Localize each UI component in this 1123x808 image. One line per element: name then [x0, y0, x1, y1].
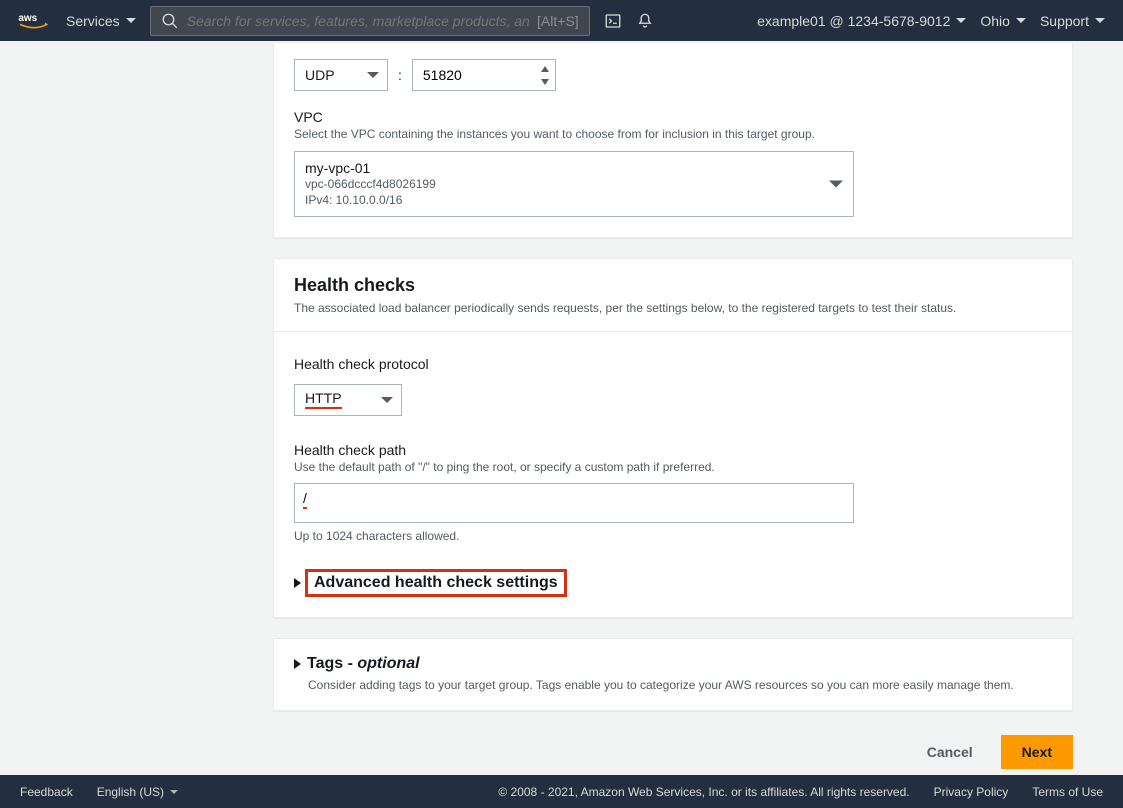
main-scroll[interactable]: UDP : 51820 VPC Select the VPC containin… [0, 41, 1123, 775]
advanced-health-toggle[interactable]: Advanced health check settings [314, 574, 558, 591]
port-step-up[interactable] [537, 62, 553, 75]
port-step-down[interactable] [537, 75, 553, 88]
account-menu[interactable]: example01 @ 1234-5678-9012 [757, 13, 966, 29]
privacy-link[interactable]: Privacy Policy [934, 785, 1009, 799]
region-label: Ohio [980, 13, 1010, 29]
top-nav: aws Services [Alt+S] example01 @ 1234-56… [0, 0, 1123, 41]
health-protocol-value: HTTP [305, 390, 342, 409]
tags-title-prefix: Tags - [307, 655, 357, 672]
form-actions: Cancel Next [273, 735, 1073, 769]
cancel-button[interactable]: Cancel [911, 735, 989, 769]
region-menu[interactable]: Ohio [980, 13, 1026, 29]
vpc-label: VPC [294, 109, 1052, 125]
support-label: Support [1040, 13, 1089, 29]
notifications-icon[interactable] [636, 12, 654, 30]
health-protocol-label: Health check protocol [294, 356, 1052, 372]
health-path-note: Up to 1024 characters allowed. [294, 529, 1052, 543]
advanced-health-label: Advanced health check settings [314, 574, 558, 591]
copyright-text: © 2008 - 2021, Amazon Web Services, Inc.… [498, 785, 909, 799]
feedback-link[interactable]: Feedback [20, 785, 73, 799]
svg-text:aws: aws [18, 13, 37, 24]
terms-link[interactable]: Terms of Use [1032, 785, 1103, 799]
vpc-help: Select the VPC containing the instances … [294, 127, 1052, 143]
next-button[interactable]: Next [1001, 735, 1073, 769]
basic-config-panel: UDP : 51820 VPC Select the VPC containin… [273, 42, 1073, 238]
protocol-port-separator: : [398, 67, 402, 83]
tags-panel: Tags - optional Consider adding tags to … [273, 638, 1073, 711]
advanced-health-highlight: Advanced health check settings [305, 569, 567, 597]
caret-right-icon[interactable] [294, 578, 301, 588]
port-value: 51820 [423, 67, 462, 83]
vpc-select[interactable]: my-vpc-01 vpc-066dcccf4d8026199 IPv4: 10… [294, 151, 854, 217]
search-hint: [Alt+S] [537, 13, 579, 29]
aws-logo-icon: aws [18, 11, 52, 31]
support-menu[interactable]: Support [1040, 13, 1105, 29]
vpc-id: vpc-066dcccf4d8026199 [305, 176, 819, 192]
health-path-value: / [303, 490, 307, 509]
search-icon [161, 12, 179, 30]
chevron-down-icon [126, 18, 136, 23]
chevron-down-icon [381, 397, 393, 403]
tags-title-optional: optional [357, 655, 419, 672]
services-menu[interactable]: Services [66, 13, 136, 29]
account-label: example01 @ 1234-5678-9012 [757, 13, 950, 29]
language-label: English (US) [97, 785, 164, 799]
health-checks-panel: Health checks The associated load balanc… [273, 258, 1073, 618]
language-selector[interactable]: English (US) [97, 785, 178, 799]
chevron-down-icon [829, 180, 843, 187]
health-checks-title: Health checks [294, 275, 1052, 296]
chevron-down-icon [170, 790, 178, 794]
health-checks-subtitle: The associated load balancer periodicall… [294, 300, 1052, 317]
health-path-input[interactable]: / [294, 483, 854, 523]
chevron-down-icon [956, 18, 966, 23]
search-input[interactable] [187, 13, 529, 29]
caret-right-icon [294, 659, 301, 669]
search-box[interactable]: [Alt+S] [150, 6, 590, 36]
tags-toggle[interactable]: Tags - optional [294, 655, 1052, 673]
chevron-down-icon [1016, 18, 1026, 23]
health-path-help: Use the default path of "/" to ping the … [294, 460, 1052, 476]
health-protocol-select[interactable]: HTTP [294, 384, 402, 416]
services-label: Services [66, 13, 120, 29]
tags-help: Consider adding tags to your target grou… [308, 677, 1052, 694]
footer-bar: Feedback English (US) © 2008 - 2021, Ama… [0, 775, 1123, 808]
protocol-value: UDP [305, 67, 335, 83]
health-path-label: Health check path [294, 442, 1052, 458]
protocol-select[interactable]: UDP [294, 59, 388, 91]
chevron-down-icon [367, 72, 379, 78]
cloudshell-icon[interactable] [604, 12, 622, 30]
aws-logo[interactable]: aws [18, 11, 52, 31]
port-input[interactable]: 51820 [412, 59, 556, 91]
tags-title: Tags - optional [307, 655, 420, 673]
chevron-down-icon [1095, 18, 1105, 23]
vpc-cidr: IPv4: 10.10.0.0/16 [305, 192, 819, 208]
vpc-name: my-vpc-01 [305, 160, 819, 176]
